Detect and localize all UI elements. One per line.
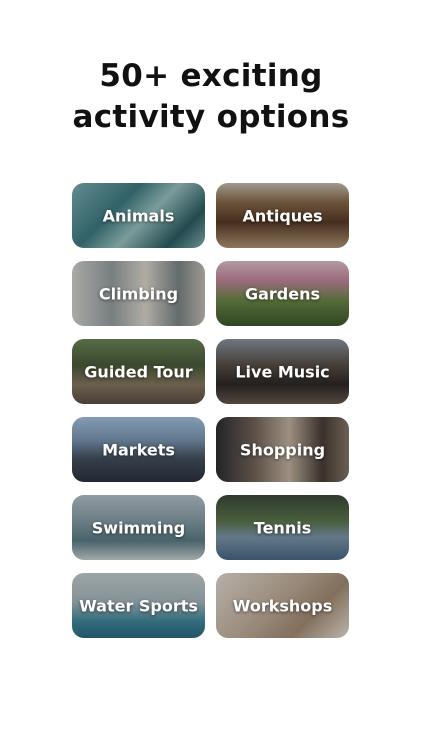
page-title-line-2: activity options xyxy=(72,99,350,135)
activity-label: Markets xyxy=(102,440,175,459)
activity-label: Climbing xyxy=(98,284,179,303)
activity-tile-gardens[interactable]: Gardens xyxy=(216,261,349,326)
page-title: 50+ exciting activity options xyxy=(0,56,422,138)
activity-tile-swimming[interactable]: Swimming xyxy=(72,495,205,560)
activity-tile-animals[interactable]: Animals xyxy=(72,183,205,248)
activity-label: Workshops xyxy=(232,596,333,615)
activity-label: Swimming xyxy=(91,518,186,537)
activity-tile-shopping[interactable]: Shopping xyxy=(216,417,349,482)
activity-tile-tennis[interactable]: Tennis xyxy=(216,495,349,560)
activity-label: Antiques xyxy=(242,206,323,225)
activity-label: Tennis xyxy=(253,518,312,537)
activity-label: Gardens xyxy=(244,284,321,303)
activity-tile-water-sports[interactable]: Water Sports xyxy=(72,573,205,638)
activity-label: Shopping xyxy=(239,440,326,459)
activity-tile-guided-tour[interactable]: Guided Tour xyxy=(72,339,205,404)
activity-label: Guided Tour xyxy=(84,362,193,381)
activity-tile-markets[interactable]: Markets xyxy=(72,417,205,482)
activity-label: Water Sports xyxy=(79,596,198,615)
activity-tile-climbing[interactable]: Climbing xyxy=(72,261,205,326)
activity-grid: Animals Antiques Climbing Gardens Guided… xyxy=(72,183,349,638)
activity-label: Live Music xyxy=(235,362,330,381)
activity-tile-workshops[interactable]: Workshops xyxy=(216,573,349,638)
activity-tile-antiques[interactable]: Antiques xyxy=(216,183,349,248)
activity-tile-live-music[interactable]: Live Music xyxy=(216,339,349,404)
activity-label: Animals xyxy=(102,206,175,225)
page-title-line-1: 50+ exciting xyxy=(99,58,323,94)
